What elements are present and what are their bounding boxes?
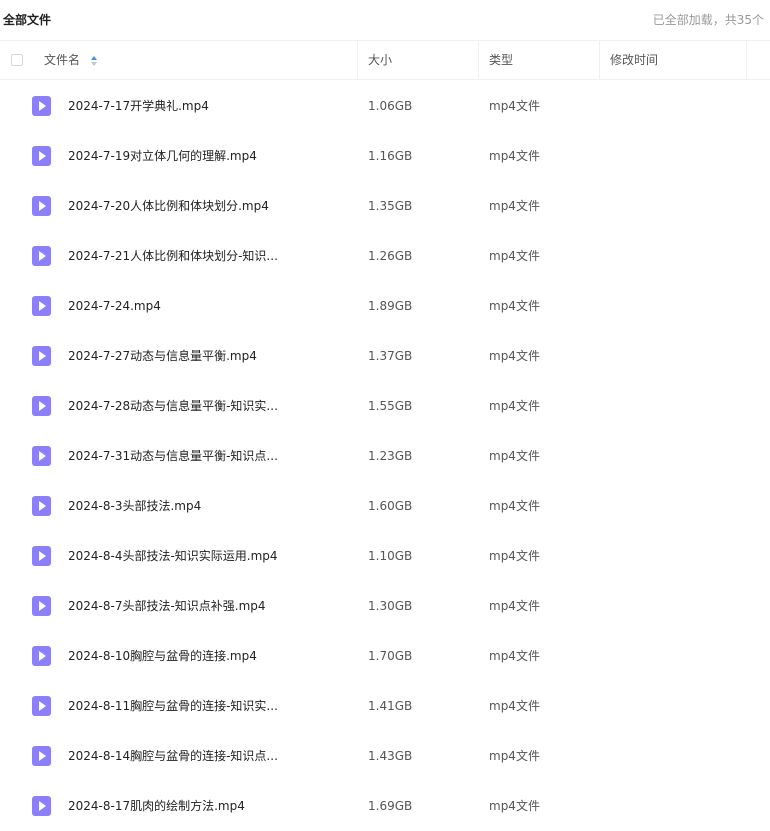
file-size: 1.60GB <box>368 499 413 513</box>
column-divider <box>746 41 747 80</box>
top-bar: 全部文件 已全部加载，共35个 <box>0 0 770 40</box>
file-name[interactable]: 2024-8-7头部技法-知识点补强.mp4 <box>68 581 266 631</box>
file-row[interactable]: 2024-7-21人体比例和体块划分-知识... 1.26GB mp4文件 <box>0 231 770 281</box>
file-name[interactable]: 2024-8-11胸腔与盆骨的连接-知识实... <box>68 681 278 731</box>
file-type: mp4文件 <box>489 249 540 263</box>
video-file-icon <box>32 346 51 366</box>
video-file-icon <box>32 796 51 816</box>
file-name[interactable]: 2024-8-17肌肉的绘制方法.mp4 <box>68 781 245 831</box>
loaded-status: 已全部加载，共35个 <box>652 13 764 27</box>
video-file-icon <box>32 196 51 216</box>
file-size: 1.89GB <box>368 299 413 313</box>
file-type: mp4文件 <box>489 199 540 213</box>
file-size: 1.37GB <box>368 349 413 363</box>
file-type: mp4文件 <box>489 699 540 713</box>
file-name[interactable]: 2024-7-24.mp4 <box>68 281 161 331</box>
file-row[interactable]: 2024-7-31动态与信息量平衡-知识点... 1.23GB mp4文件 <box>0 431 770 481</box>
video-file-icon <box>32 496 51 516</box>
file-size: 1.23GB <box>368 449 413 463</box>
file-type: mp4文件 <box>489 449 540 463</box>
file-type: mp4文件 <box>489 399 540 413</box>
file-row[interactable]: 2024-7-19对立体几何的理解.mp4 1.16GB mp4文件 <box>0 131 770 181</box>
column-header-name[interactable]: 文件名 <box>44 41 80 80</box>
file-name[interactable]: 2024-7-19对立体几何的理解.mp4 <box>68 131 257 181</box>
video-file-icon <box>32 546 51 566</box>
file-name[interactable]: 2024-7-27动态与信息量平衡.mp4 <box>68 331 257 381</box>
video-file-icon <box>32 396 51 416</box>
file-type: mp4文件 <box>489 499 540 513</box>
file-name[interactable]: 2024-7-31动态与信息量平衡-知识点... <box>68 431 278 481</box>
file-size: 1.30GB <box>368 599 413 613</box>
file-type: mp4文件 <box>489 599 540 613</box>
video-file-icon <box>32 746 51 766</box>
video-file-icon <box>32 596 51 616</box>
file-row[interactable]: 2024-8-11胸腔与盆骨的连接-知识实... 1.41GB mp4文件 <box>0 681 770 731</box>
select-all-checkbox[interactable] <box>11 54 23 66</box>
file-row[interactable]: 2024-8-4头部技法-知识实际运用.mp4 1.10GB mp4文件 <box>0 531 770 581</box>
file-type: mp4文件 <box>489 99 540 113</box>
file-name[interactable]: 2024-8-14胸腔与盆骨的连接-知识点... <box>68 731 278 781</box>
file-size: 1.41GB <box>368 699 413 713</box>
file-name[interactable]: 2024-7-20人体比例和体块划分.mp4 <box>68 181 269 231</box>
file-row[interactable]: 2024-7-17开学典礼.mp4 1.06GB mp4文件 <box>0 81 770 131</box>
video-file-icon <box>32 446 51 466</box>
file-row[interactable]: 2024-8-17肌肉的绘制方法.mp4 1.69GB mp4文件 <box>0 781 770 831</box>
file-row[interactable]: 2024-8-3头部技法.mp4 1.60GB mp4文件 <box>0 481 770 531</box>
file-name[interactable]: 2024-7-28动态与信息量平衡-知识实... <box>68 381 278 431</box>
file-name[interactable]: 2024-8-4头部技法-知识实际运用.mp4 <box>68 531 278 581</box>
column-divider <box>357 41 358 80</box>
file-size: 1.10GB <box>368 549 413 563</box>
file-name[interactable]: 2024-8-10胸腔与盆骨的连接.mp4 <box>68 631 257 681</box>
video-file-icon <box>32 696 51 716</box>
file-size: 1.69GB <box>368 799 413 813</box>
file-size: 1.43GB <box>368 749 413 763</box>
column-header-modified[interactable]: 修改时间 <box>610 41 658 80</box>
file-type: mp4文件 <box>489 299 540 313</box>
file-row[interactable]: 2024-8-7头部技法-知识点补强.mp4 1.30GB mp4文件 <box>0 581 770 631</box>
file-size: 1.55GB <box>368 399 413 413</box>
file-type: mp4文件 <box>489 749 540 763</box>
file-name[interactable]: 2024-8-3头部技法.mp4 <box>68 481 201 531</box>
file-type: mp4文件 <box>489 649 540 663</box>
file-size: 1.26GB <box>368 249 413 263</box>
video-file-icon <box>32 646 51 666</box>
video-file-icon <box>32 96 51 116</box>
file-row[interactable]: 2024-7-24.mp4 1.89GB mp4文件 <box>0 281 770 331</box>
column-divider <box>478 41 479 80</box>
column-header-type[interactable]: 类型 <box>489 41 513 80</box>
file-type: mp4文件 <box>489 549 540 563</box>
file-type: mp4文件 <box>489 349 540 363</box>
column-header-size[interactable]: 大小 <box>368 41 392 80</box>
video-file-icon <box>32 246 51 266</box>
file-list: 2024-7-17开学典礼.mp4 1.06GB mp4文件 2024-7-19… <box>0 81 770 831</box>
sort-icon[interactable] <box>90 54 98 68</box>
file-type: mp4文件 <box>489 149 540 163</box>
table-header: 文件名 大小 类型 修改时间 <box>0 40 770 80</box>
video-file-icon <box>32 296 51 316</box>
file-row[interactable]: 2024-8-14胸腔与盆骨的连接-知识点... 1.43GB mp4文件 <box>0 731 770 781</box>
file-row[interactable]: 2024-7-27动态与信息量平衡.mp4 1.37GB mp4文件 <box>0 331 770 381</box>
file-size: 1.06GB <box>368 99 413 113</box>
file-name[interactable]: 2024-7-21人体比例和体块划分-知识... <box>68 231 278 281</box>
video-file-icon <box>32 146 51 166</box>
file-type: mp4文件 <box>489 799 540 813</box>
file-size: 1.16GB <box>368 149 413 163</box>
file-size: 1.70GB <box>368 649 413 663</box>
file-name[interactable]: 2024-7-17开学典礼.mp4 <box>68 81 209 131</box>
file-row[interactable]: 2024-8-10胸腔与盆骨的连接.mp4 1.70GB mp4文件 <box>0 631 770 681</box>
column-divider <box>599 41 600 80</box>
file-row[interactable]: 2024-7-20人体比例和体块划分.mp4 1.35GB mp4文件 <box>0 181 770 231</box>
file-size: 1.35GB <box>368 199 413 213</box>
page-title: 全部文件 <box>3 13 52 27</box>
file-row[interactable]: 2024-7-28动态与信息量平衡-知识实... 1.55GB mp4文件 <box>0 381 770 431</box>
